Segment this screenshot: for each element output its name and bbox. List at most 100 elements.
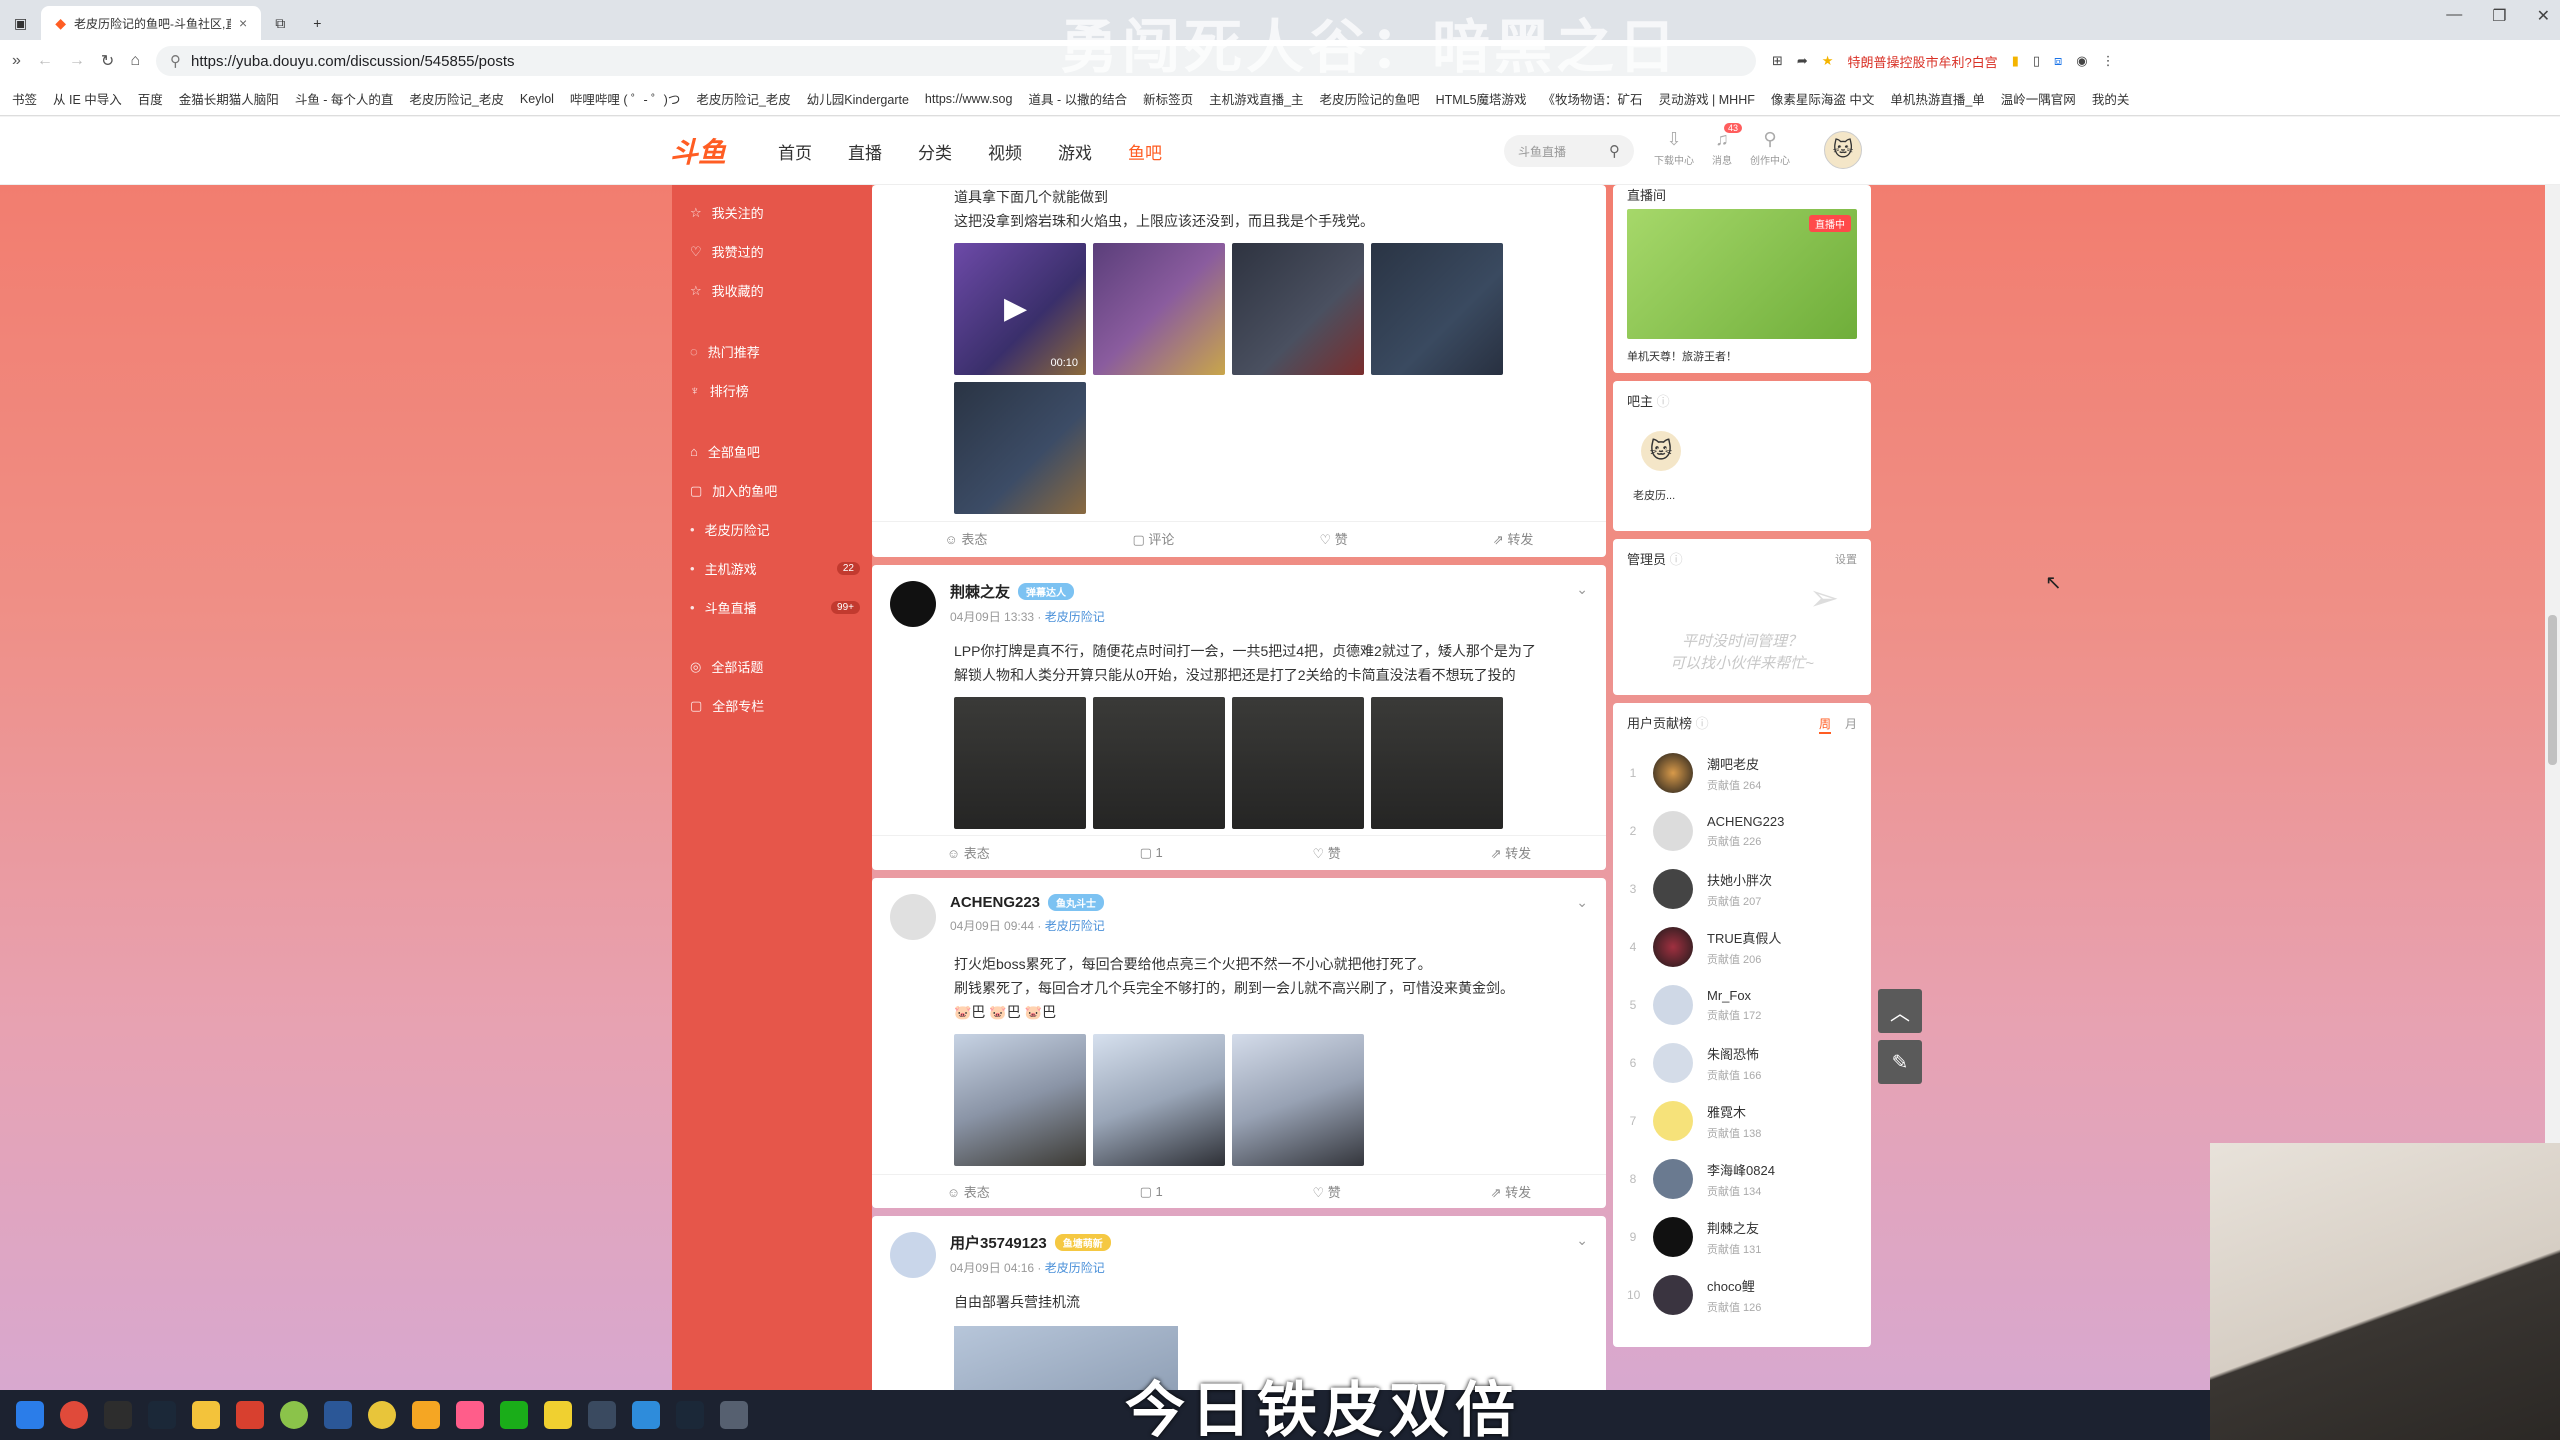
admin-settings-link[interactable]: 设置 [1835,551,1857,567]
bookmark-item[interactable]: 百度 [138,89,163,108]
share-icon[interactable]: ➦ [1797,53,1808,69]
bookmark-item[interactable]: 像素星际海盗 中文 [1771,89,1874,108]
chevron-down-icon[interactable]: ⌄ [1576,581,1588,598]
live-room-caption[interactable]: 单机天尊！旅游王者！ [1627,348,1737,364]
forward-icon[interactable]: → [69,52,85,70]
react-button[interactable]: ☺ 表态 [947,843,990,862]
owner-name[interactable]: 老皮历... [1633,487,1675,503]
sidebar-item-following[interactable]: ☆ 我关注的 [690,203,764,222]
bookmark-item[interactable]: 温岭一隅官网 [2001,89,2076,108]
bookmark-item[interactable]: 《牧场物语：矿石 [1543,89,1643,108]
like-button[interactable]: ♡ 赞 [1320,529,1348,548]
info-icon[interactable]: ⓘ [1670,552,1683,567]
nav-home[interactable]: 首页 [778,139,812,164]
app-icon[interactable] [588,1401,616,1429]
author-avatar[interactable] [890,894,936,940]
wechat-icon[interactable] [500,1401,528,1429]
chevron-down-icon[interactable]: ⌄ [1576,1232,1588,1249]
sidebar-item-laopi[interactable]: • 老皮历险记 [690,520,860,539]
new-post-button[interactable]: ✎ [1878,1040,1922,1084]
owner-avatar[interactable]: 🐱 [1641,431,1681,471]
rank-row[interactable]: 5 Mr_Fox 贡献值 172 [1627,985,1761,1025]
post-image[interactable] [954,697,1086,829]
download-center[interactable]: ⇩ 下载中心 [1654,129,1694,167]
like-button[interactable]: ♡ 赞 [1313,843,1341,862]
nav-video[interactable]: 视频 [988,139,1022,164]
sidebar-item-all-yuba[interactable]: ⌂ 全部鱼吧 [690,442,760,461]
bookmark-item[interactable]: 幼儿园Kindergarte [807,89,909,108]
comment-button[interactable]: ▢ 1 [1140,845,1163,861]
phone-icon[interactable]: ▯ [2033,53,2040,69]
app-icon[interactable] [324,1401,352,1429]
app-icon[interactable] [456,1401,484,1429]
author-name[interactable]: 用户35749123 [950,1232,1047,1253]
bookmark-item[interactable]: 金猫长期猫人脑阳 [179,89,279,108]
back-to-top-button[interactable]: ︿ [1878,989,1922,1033]
menu-icon[interactable]: ⋮ [2102,53,2115,69]
rank-row[interactable]: 10 choco鲤 贡献值 126 [1627,1275,1761,1315]
author-avatar[interactable] [890,1232,936,1278]
app-icon[interactable] [720,1401,748,1429]
browser-tab-active[interactable]: ◆ 老皮历险记的鱼吧-斗鱼社区,直到... × [41,6,262,40]
author-name[interactable]: 荆棘之友 [950,581,1010,602]
rank-row[interactable]: 4 TRUE真假人 贡献值 206 [1627,927,1781,967]
news-ticker[interactable]: 特朗普操控股市牟利?白宫 [1847,52,1997,71]
rank-row[interactable]: 3 扶她小胖次 贡献值 207 [1627,869,1772,909]
bookmark-item[interactable]: 老皮历险记的鱼吧 [1320,89,1420,108]
tab-month[interactable]: 月 [1845,715,1857,734]
rank-row[interactable]: 9 荆棘之友 贡献值 131 [1627,1217,1761,1257]
rank-row[interactable]: 6 朱阁恐怖 贡献值 166 [1627,1043,1761,1083]
app-icon[interactable] [544,1401,572,1429]
bookmark-item[interactable]: HTML5魔塔游戏 [1436,89,1527,108]
yuba-link[interactable]: 老皮历险记 [1045,919,1105,933]
forward-double-icon[interactable]: » [12,52,21,70]
nav-yuba[interactable]: 鱼吧 [1128,139,1162,164]
yuba-link[interactable]: 老皮历险记 [1045,610,1105,624]
bookmark-item[interactable]: 新标签页 [1143,89,1193,108]
app-icon[interactable] [412,1401,440,1429]
post-image[interactable] [1093,243,1225,375]
sidebar-item-douyu-live[interactable]: • 斗鱼直播 99+ [690,598,860,617]
bookmark-item[interactable]: 老皮历险记_老皮 [409,89,503,108]
info-icon[interactable]: ⓘ [1696,716,1709,731]
windows-start-icon[interactable] [16,1401,44,1429]
sidebar-item-ranking[interactable]: ♆ 排行榜 [690,381,749,400]
bookmark-item[interactable]: 书签 [12,89,37,108]
comment-button[interactable]: ▢ 1 [1140,1184,1163,1200]
share-button[interactable]: ⇗ 转发 [1491,843,1532,862]
bookmark-item[interactable]: 主机游戏直播_主 [1209,89,1303,108]
comment-button[interactable]: ▢ 评论 [1133,529,1175,548]
bookmark-item[interactable]: 哔哩哔哩 ( ゜- ゜)つ [570,89,680,108]
post-video-thumb[interactable]: ▶ 00:10 [954,243,1086,375]
sidebar-item-favorites[interactable]: ☆ 我收藏的 [690,281,764,300]
app-icon[interactable] [632,1401,660,1429]
chrome-icon[interactable] [368,1401,396,1429]
steam-icon[interactable] [148,1401,176,1429]
rank-row[interactable]: 1 潮吧老皮 贡献值 264 [1627,753,1761,793]
folder-icon[interactable]: ▮ [2012,53,2019,69]
live-room-thumb[interactable]: 直播中 [1627,209,1857,339]
close-window-icon[interactable]: ✕ [2537,6,2550,26]
tab-split-icon[interactable]: ⧉ [261,6,299,40]
bookmark-item[interactable]: https://www.sog [925,92,1013,106]
app-icon[interactable] [236,1401,264,1429]
extension-icon[interactable]: ⊞ [1772,53,1783,69]
bookmark-item[interactable]: 我的关 [2092,89,2130,108]
sidebar-item-columns[interactable]: ▢ 全部专栏 [690,696,764,715]
app-icon[interactable] [60,1401,88,1429]
maximize-icon[interactable]: ❐ [2492,6,2506,26]
translate-icon[interactable]: ⧈ [2054,53,2062,69]
bookmark-item[interactable]: 单机热游直播_单 [1890,89,1984,108]
bookmark-item[interactable]: 道具 - 以撒的结合 [1028,89,1127,108]
nav-game[interactable]: 游戏 [1058,139,1092,164]
home-icon[interactable]: ⌂ [130,52,140,70]
sidebar-item-joined[interactable]: ▢ 加入的鱼吧 [690,481,777,500]
post-image[interactable] [1371,697,1503,829]
post-image[interactable] [1232,243,1364,375]
minimize-icon[interactable]: — [2446,6,2462,26]
rank-row[interactable]: 8 李海峰0824 贡献值 134 [1627,1159,1775,1199]
bookmark-item[interactable]: 斗鱼 - 每个人的直 [295,89,394,108]
post-image[interactable] [1232,1034,1364,1166]
post-image[interactable] [1232,697,1364,829]
share-button[interactable]: ⇗ 转发 [1491,1182,1532,1201]
